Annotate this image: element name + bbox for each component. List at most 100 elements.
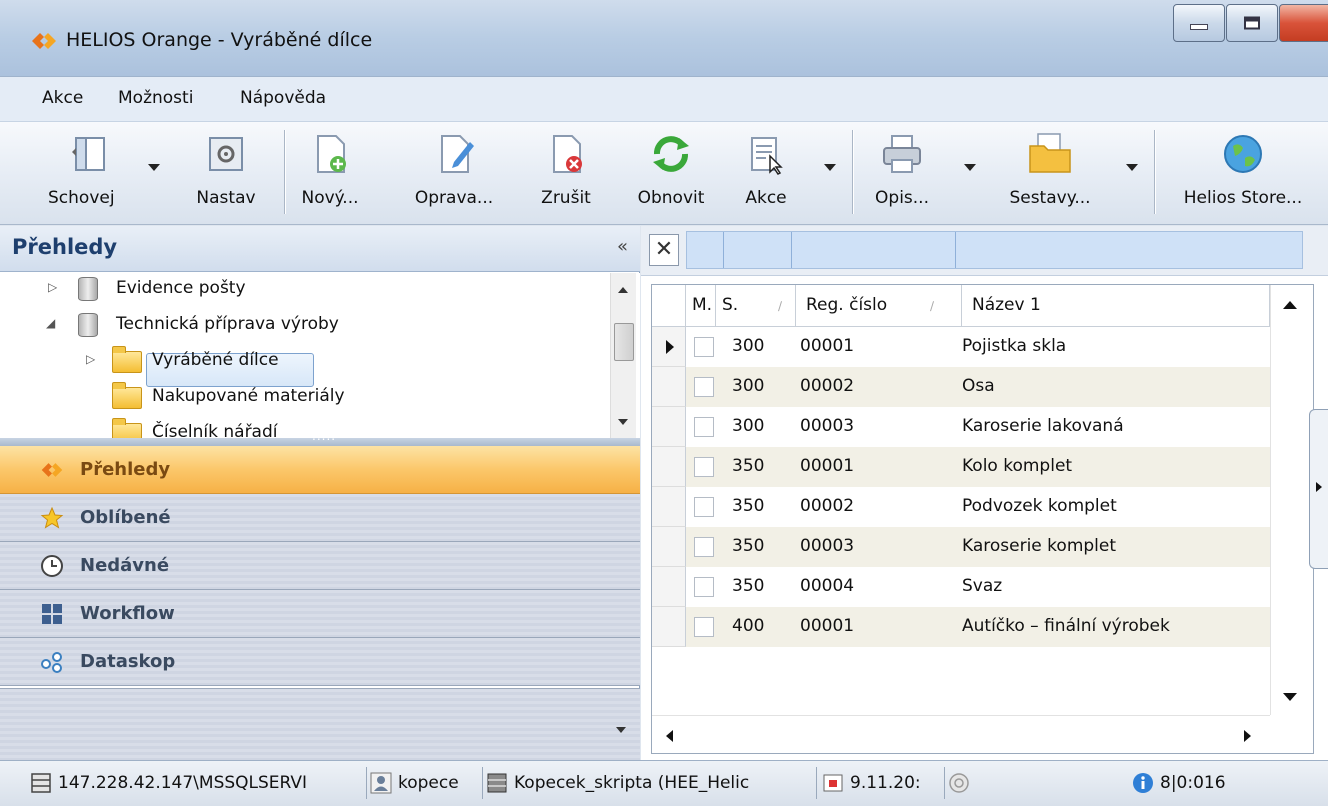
table-row[interactable]: 300 00003 Karoserie lakovaná bbox=[652, 407, 1270, 447]
akce-dropdown-arrow[interactable] bbox=[824, 164, 836, 171]
row-checkbox[interactable] bbox=[694, 577, 714, 597]
expand-side-panel-button[interactable] bbox=[1309, 409, 1328, 569]
menu-akce[interactable]: Akce bbox=[42, 88, 83, 108]
collapse-panel-button[interactable]: « bbox=[617, 236, 628, 257]
grid-vertical-scrollbar[interactable] bbox=[1270, 285, 1313, 715]
scroll-left-icon[interactable] bbox=[666, 730, 673, 742]
expand-icon[interactable]: ▷ bbox=[48, 280, 57, 294]
sestavy-dropdown-arrow[interactable] bbox=[1126, 164, 1138, 171]
workflow-icon bbox=[42, 604, 62, 624]
row-checkbox[interactable] bbox=[694, 417, 714, 437]
tree-item-ciselnik-naradi[interactable]: Číselník nářadí bbox=[0, 417, 600, 438]
tree-item-vyrabene-dilce[interactable]: ▷ Vyráběné dílce bbox=[0, 345, 600, 379]
zrusit-button[interactable]: Zrušit bbox=[528, 126, 604, 220]
folder-icon bbox=[112, 382, 142, 409]
scroll-up-icon[interactable] bbox=[618, 287, 628, 293]
helios-logo-icon bbox=[41, 463, 63, 477]
helios-store-button[interactable]: Helios Store... bbox=[1168, 126, 1318, 220]
scroll-right-icon[interactable] bbox=[1244, 730, 1251, 742]
cell-s: 300 bbox=[732, 416, 765, 436]
refresh-icon bbox=[653, 136, 689, 172]
maximize-button[interactable] bbox=[1226, 4, 1278, 42]
scroll-down-icon[interactable] bbox=[1283, 693, 1297, 701]
table-row[interactable]: 350 00004 Svaz bbox=[652, 567, 1270, 607]
tree-item-technicka-priprava[interactable]: ◢ Technická příprava výroby bbox=[0, 309, 600, 343]
menu-moznosti[interactable]: Možnosti bbox=[118, 88, 193, 108]
chevron-down-icon[interactable] bbox=[616, 727, 626, 733]
settings-icon bbox=[209, 137, 243, 171]
table-row[interactable]: 350 00002 Podvozek komplet bbox=[652, 487, 1270, 527]
cell-reg-cislo: 00002 bbox=[800, 376, 855, 396]
nav-dataskop[interactable]: Dataskop bbox=[0, 638, 640, 686]
opis-button[interactable]: Opis... bbox=[862, 126, 942, 220]
grid-horizontal-scrollbar[interactable] bbox=[652, 715, 1270, 753]
obnovit-button[interactable]: Obnovit bbox=[622, 126, 720, 220]
clear-filter-button[interactable]: ✕ bbox=[649, 234, 679, 266]
column-header-m[interactable]: M. bbox=[686, 285, 716, 327]
nastav-button[interactable]: Nastav bbox=[186, 126, 266, 220]
status-user: kopece bbox=[370, 769, 478, 799]
row-selector[interactable] bbox=[652, 567, 686, 607]
column-header-reg-cislo[interactable]: Reg. číslo ∕ bbox=[796, 285, 962, 327]
sestavy-button[interactable]: Sestavy... bbox=[990, 126, 1110, 220]
server-icon bbox=[31, 773, 51, 793]
panel-splitter[interactable] bbox=[0, 429, 640, 446]
menu-napoveda[interactable]: Nápověda bbox=[240, 88, 326, 108]
expand-icon[interactable]: ▷ bbox=[86, 352, 95, 366]
dataskop-icon bbox=[41, 652, 62, 673]
row-checkbox[interactable] bbox=[694, 497, 714, 517]
table-row[interactable]: 350 00003 Karoserie komplet bbox=[652, 527, 1270, 567]
new-document-icon bbox=[317, 135, 346, 173]
table-row[interactable]: 300 00002 Osa bbox=[652, 367, 1270, 407]
hide-panel-icon bbox=[71, 137, 105, 171]
opis-dropdown-arrow[interactable] bbox=[964, 164, 976, 171]
row-checkbox[interactable] bbox=[694, 457, 714, 477]
row-checkbox[interactable] bbox=[694, 377, 714, 397]
status-bar: 147.228.42.147\MSSQLSERVI kopece Kopecek… bbox=[0, 760, 1328, 806]
clock-icon bbox=[41, 555, 63, 577]
collapse-icon[interactable]: ◢ bbox=[46, 316, 55, 330]
tree-item-nakupovane-materialy[interactable]: Nakupované materiály bbox=[0, 381, 600, 415]
column-header-nazev[interactable]: Název 1 bbox=[962, 285, 1270, 327]
schovej-dropdown-arrow[interactable] bbox=[148, 164, 160, 171]
globe-icon bbox=[1224, 135, 1262, 173]
nav-workflow[interactable]: Workflow bbox=[0, 590, 640, 638]
row-selector[interactable] bbox=[652, 487, 686, 527]
toolbar: Schovej Nastav Nový... Oprava... Zrušit … bbox=[0, 122, 1328, 225]
table-row[interactable]: 300 00001 Pojistka skla bbox=[652, 327, 1270, 367]
tree-scrollbar[interactable] bbox=[610, 273, 636, 438]
scroll-down-icon[interactable] bbox=[618, 419, 628, 425]
status-server: 147.228.42.147\MSSQLSERVI bbox=[30, 769, 362, 799]
scrollbar-thumb[interactable] bbox=[614, 323, 634, 361]
akce-button[interactable]: Akce bbox=[730, 126, 802, 220]
cell-nazev: Osa bbox=[962, 376, 995, 396]
minimize-button[interactable] bbox=[1173, 4, 1225, 42]
row-selector[interactable] bbox=[652, 447, 686, 487]
row-selector[interactable] bbox=[652, 607, 686, 647]
row-selector[interactable] bbox=[652, 367, 686, 407]
info-icon bbox=[1133, 773, 1153, 793]
row-checkbox[interactable] bbox=[694, 617, 714, 637]
tree-item-evidence-posty[interactable]: ▷ Evidence pošty bbox=[0, 273, 600, 307]
row-selector[interactable] bbox=[652, 527, 686, 567]
scroll-up-icon[interactable] bbox=[1283, 301, 1297, 309]
folder-icon bbox=[112, 418, 142, 438]
table-row[interactable]: 400 00001 Autíčko – finální výrobek bbox=[652, 607, 1270, 647]
nav-nedavne[interactable]: Nedávné bbox=[0, 542, 640, 590]
current-row-indicator[interactable] bbox=[652, 327, 686, 367]
row-checkbox[interactable] bbox=[694, 537, 714, 557]
cell-reg-cislo: 00001 bbox=[800, 616, 855, 636]
row-checkbox[interactable] bbox=[694, 337, 714, 357]
schovej-button[interactable]: Schovej bbox=[40, 126, 150, 220]
nav-oblibene[interactable]: Oblíbené bbox=[0, 494, 640, 542]
filter-divider bbox=[791, 232, 792, 268]
novy-button[interactable]: Nový... bbox=[290, 126, 370, 220]
filter-row[interactable] bbox=[686, 231, 1303, 269]
row-selector[interactable] bbox=[652, 407, 686, 447]
column-header-s[interactable]: S. ∕ bbox=[716, 285, 796, 327]
oprava-button[interactable]: Oprava... bbox=[402, 126, 506, 220]
close-button[interactable] bbox=[1279, 4, 1328, 42]
table-row[interactable]: 350 00001 Kolo komplet bbox=[652, 447, 1270, 487]
panel-title: Přehledy bbox=[12, 235, 118, 259]
nav-prehledy[interactable]: Přehledy bbox=[0, 446, 640, 494]
